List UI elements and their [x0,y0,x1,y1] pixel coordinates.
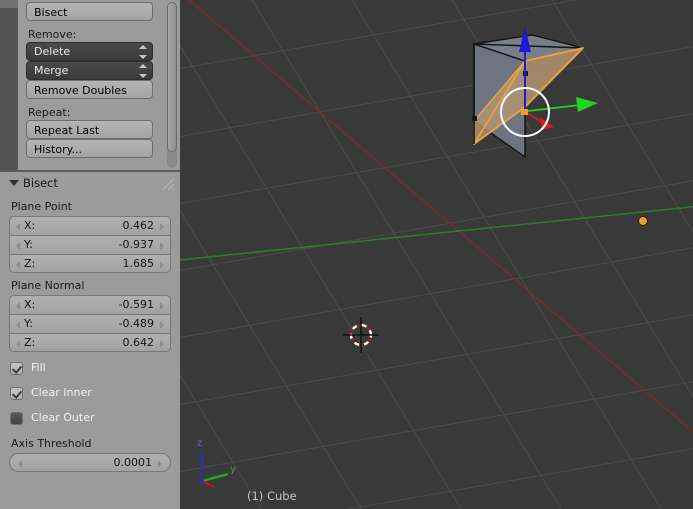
repeat-group-label: Repeat: [28,106,71,119]
increment-arrow-icon[interactable] [160,340,164,348]
field-value: -0.937 [118,238,154,251]
plane-point-label: Plane Point [11,200,72,213]
plane-point-z-field[interactable]: Z: 1.685 [9,254,171,273]
operator-panel-bisect: Bisect Plane Point X: 0.462 Y: -0.937 Z:… [0,172,180,509]
decrement-arrow-icon[interactable] [18,460,22,468]
field-name: X: [24,298,36,311]
field-name: Y: [24,317,33,330]
mini-axis-y-label: y [230,464,236,475]
increment-arrow-icon[interactable] [160,302,164,310]
field-name: Z: [24,257,36,270]
remove-group-label: Remove: [28,28,77,41]
decrement-arrow-icon[interactable] [16,242,20,250]
field-name: X: [24,219,36,232]
toolshelf-scrollbar-thumb[interactable] [167,2,177,152]
decrement-arrow-icon[interactable] [16,321,20,329]
plane-point-x-field[interactable]: X: 0.462 [9,216,171,235]
plane-normal-y-field[interactable]: Y: -0.489 [9,314,171,333]
plane-normal-z-field[interactable]: Z: 0.642 [9,333,171,352]
decrement-arrow-icon[interactable] [16,223,20,231]
fill-checkbox-row[interactable]: Fill [10,358,180,383]
merge-dropdown-label: Merge [34,64,69,77]
decrement-arrow-icon[interactable] [16,261,20,269]
toolshelf-scrollbar[interactable] [167,2,177,168]
axis-threshold-value: 0.0001 [113,456,153,469]
toolshelf-tab-strip[interactable] [0,0,18,170]
plane-point-fields: X: 0.462 Y: -0.937 Z: 1.685 [9,216,171,273]
clear-inner-checkbox-row[interactable]: Clear Inner [10,383,180,408]
delete-dropdown-label: Delete [34,45,71,58]
tool-shelf: Bisect Remove: Delete Merge Remove Doubl… [0,0,180,509]
viewport-canvas[interactable]: z y [180,0,693,509]
repeat-last-button[interactable]: Repeat Last [26,120,153,139]
gizmo-center-dot[interactable] [521,109,528,115]
clear-inner-checkbox[interactable] [10,387,23,400]
3d-viewport[interactable]: z y (1) Cube [180,0,693,509]
delete-dropdown[interactable]: Delete [26,42,153,61]
fill-checkbox-label: Fill [31,361,46,374]
viewport-background [180,0,693,509]
operator-panel-title: Bisect [23,176,58,190]
bisect-tool-button[interactable]: Bisect [26,2,153,21]
plane-point-y-field[interactable]: Y: -0.937 [9,235,171,254]
clear-outer-checkbox-row[interactable]: Clear Outer [10,408,180,433]
increment-arrow-icon[interactable] [160,321,164,329]
field-name: Y: [24,238,33,251]
field-value: 0.642 [122,336,155,349]
chevron-updown-icon [138,45,147,59]
decrement-arrow-icon[interactable] [16,340,20,348]
plane-normal-label: Plane Normal [11,279,85,292]
toolshelf-tab-active[interactable] [0,0,18,8]
field-value: 1.685 [122,257,155,270]
chevron-updown-icon [138,64,147,78]
merge-dropdown[interactable]: Merge [26,61,153,80]
field-value: 0.462 [122,219,155,232]
fill-checkbox[interactable] [10,362,23,375]
field-value: -0.489 [118,317,154,330]
remove-doubles-button[interactable]: Remove Doubles [26,80,153,99]
clear-outer-checkbox[interactable] [10,412,23,425]
plane-normal-x-field[interactable]: X: -0.591 [9,295,171,314]
decrement-arrow-icon[interactable] [16,302,20,310]
clear-outer-checkbox-label: Clear Outer [31,411,95,424]
resize-grip-icon[interactable] [158,176,174,190]
tools-region: Bisect Remove: Delete Merge Remove Doubl… [18,0,180,170]
chevron-down-icon[interactable] [9,180,19,186]
object-origin-dot[interactable] [638,216,648,226]
increment-arrow-icon[interactable] [158,460,162,468]
increment-arrow-icon[interactable] [160,223,164,231]
vertex-handle [472,116,477,121]
increment-arrow-icon[interactable] [160,261,164,269]
field-name: Z: [24,336,36,349]
operator-panel-header[interactable]: Bisect [0,172,180,194]
field-value: -0.591 [118,298,154,311]
mini-axis-z-label: z [197,438,202,449]
blender-window: Bisect Remove: Delete Merge Remove Doubl… [0,0,693,509]
plane-normal-fields: X: -0.591 Y: -0.489 Z: 0.642 [9,295,171,352]
axis-threshold-slider[interactable]: 0.0001 [9,453,171,472]
history-button[interactable]: History... [26,139,153,158]
clear-inner-checkbox-label: Clear Inner [31,386,92,399]
axis-threshold-label: Axis Threshold [11,437,92,450]
increment-arrow-icon[interactable] [160,242,164,250]
